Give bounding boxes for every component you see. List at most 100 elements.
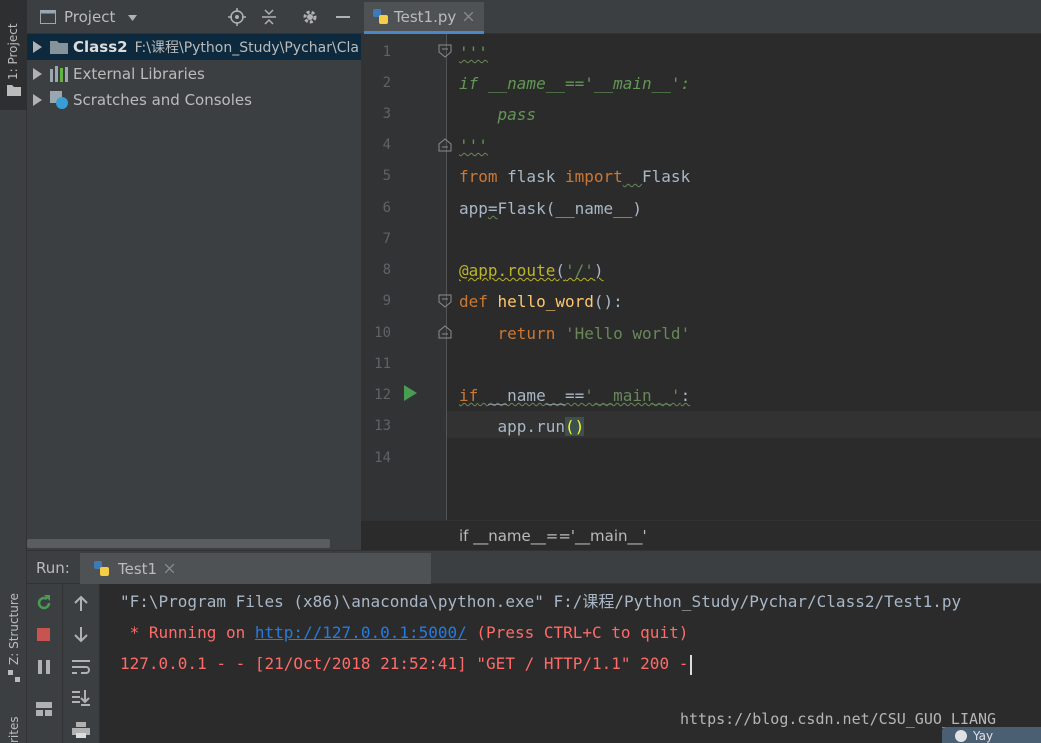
- line-number: 7: [382, 231, 391, 247]
- run-panel-header: Run: Test1: [27, 550, 1041, 584]
- arrow-up-icon: [74, 595, 88, 611]
- run-tab-label: Test1: [118, 559, 158, 578]
- scratches-icon: [50, 91, 68, 109]
- code-line-10: return 'Hello world': [497, 324, 691, 343]
- collapse-all-icon[interactable]: [260, 8, 278, 26]
- editor-tab-bar: Test1.py: [361, 0, 1041, 34]
- code-line-6: app=Flask(__name__): [459, 199, 643, 218]
- console-running-prefix: * Running on: [120, 623, 255, 642]
- tree-item-label: Class2: [73, 38, 128, 56]
- hide-panel-icon[interactable]: [334, 8, 352, 26]
- line-number: 13: [374, 418, 391, 434]
- tab-label: Test1.py: [394, 7, 457, 26]
- chevron-down-icon[interactable]: [128, 15, 137, 21]
- gutter-separator: [446, 34, 447, 520]
- code-line-2: if __name__=='__main__':: [459, 74, 691, 93]
- code-line-13: app.run(): [459, 417, 585, 436]
- tree-item-scratches[interactable]: Scratches and Consoles: [27, 87, 361, 113]
- arrow-down-icon: [74, 627, 88, 643]
- folder-icon: [50, 41, 68, 54]
- pause-icon: [38, 660, 50, 674]
- project-window-icon: [40, 10, 56, 24]
- run-toolbar-secondary: [63, 584, 100, 743]
- library-icon: [50, 66, 68, 82]
- layout-icon: [36, 702, 52, 716]
- tree-item-label: External Libraries: [73, 65, 205, 83]
- tree-item-path: F:\课程\Python_Study\Pychar\Cla: [134, 40, 359, 56]
- line-number: 10: [374, 325, 391, 341]
- scroll-up-button[interactable]: [69, 591, 93, 615]
- expand-arrow-icon[interactable]: [33, 68, 42, 80]
- fold-marker-icon[interactable]: [438, 294, 452, 308]
- structure-tool-button[interactable]: Z: Structure: [7, 593, 21, 665]
- project-tree: Class2 F:\课程\Python_Study\Pychar\Cla Ext…: [27, 34, 361, 550]
- print-icon: [72, 722, 90, 738]
- folder-icon: [7, 85, 21, 96]
- left-tool-stripe: 1: Project Z: Structure rites: [0, 0, 27, 743]
- text-cursor: [690, 654, 693, 675]
- code-line-9: def hello_word():: [459, 292, 623, 311]
- line-number: 4: [382, 137, 391, 153]
- info-icon: [955, 730, 967, 742]
- soft-wrap-button[interactable]: [69, 655, 93, 679]
- scroll-to-end-button[interactable]: [69, 686, 93, 710]
- run-gutter-icon[interactable]: [404, 385, 417, 401]
- line-number: 9: [382, 293, 391, 309]
- gear-icon[interactable]: [301, 8, 319, 26]
- favorites-tool-button[interactable]: rites: [7, 716, 21, 743]
- stop-icon: [37, 628, 50, 641]
- code-line-8: @app.route('/'): [459, 261, 604, 280]
- rerun-button[interactable]: [32, 591, 56, 615]
- tree-item-label: Scratches and Consoles: [73, 91, 252, 109]
- rerun-icon: [37, 595, 51, 610]
- python-file-icon: [94, 560, 109, 576]
- fold-marker-icon[interactable]: [438, 44, 452, 58]
- code-line-4: ''': [459, 136, 488, 155]
- scroll-down-button[interactable]: [69, 623, 93, 647]
- code-line-1: ''': [459, 43, 488, 62]
- code-line-5: from flask import Flask: [459, 167, 691, 186]
- pause-button[interactable]: [32, 655, 56, 679]
- corner-notification[interactable]: Yay: [942, 727, 1041, 743]
- project-horizontal-scrollbar[interactable]: [27, 539, 330, 548]
- run-label: Run:: [36, 559, 70, 577]
- project-panel-header: Project: [27, 0, 361, 34]
- code-line-12: if __name__=='__main__':: [459, 386, 691, 405]
- fold-marker-icon[interactable]: [438, 138, 452, 152]
- layout-button[interactable]: [32, 697, 56, 721]
- breadcrumb: if __name__=='__main__': [361, 520, 1041, 550]
- project-view-selector[interactable]: Project: [64, 8, 115, 26]
- project-tool-button[interactable]: 1: Project: [0, 0, 27, 110]
- console-url-link[interactable]: http://127.0.0.1:5000/: [255, 623, 467, 642]
- corner-notification-text: Yay: [973, 729, 994, 743]
- project-tool-label: 1: Project: [6, 23, 20, 80]
- line-number: 14: [374, 450, 391, 466]
- close-icon[interactable]: [464, 12, 474, 21]
- watermark: https://blog.csdn.net/CSU_GUO_LIANG: [680, 710, 997, 728]
- line-number: 2: [382, 75, 391, 91]
- console-line-command: "F:\Program Files (x86)\anaconda\python.…: [120, 592, 962, 611]
- soft-wrap-icon: [72, 660, 90, 674]
- python-file-icon: [373, 8, 388, 24]
- run-toolbar-primary: [27, 584, 63, 743]
- console-line-running: * Running on http://127.0.0.1:5000/ (Pre…: [120, 617, 689, 648]
- line-number: 11: [374, 356, 391, 372]
- tree-item-external-libraries[interactable]: External Libraries: [27, 61, 361, 87]
- close-icon[interactable]: [165, 564, 175, 573]
- print-button[interactable]: [69, 718, 93, 742]
- line-number: 1: [382, 44, 391, 60]
- locate-icon[interactable]: [228, 8, 246, 26]
- breadcrumb-item[interactable]: if __name__=='__main__': [459, 527, 647, 545]
- line-number: 8: [382, 262, 391, 278]
- line-number: 3: [382, 106, 391, 122]
- tree-item-class2[interactable]: Class2 F:\课程\Python_Study\Pychar\Cla: [27, 34, 361, 60]
- expand-arrow-icon[interactable]: [33, 94, 42, 106]
- expand-arrow-icon[interactable]: [33, 41, 42, 53]
- structure-icon: [8, 670, 20, 682]
- stop-button[interactable]: [32, 623, 56, 647]
- scroll-to-end-icon: [72, 690, 90, 706]
- run-tab-test1[interactable]: Test1: [80, 553, 431, 584]
- fold-marker-icon[interactable]: [438, 325, 452, 339]
- tab-test1-py[interactable]: Test1.py: [364, 2, 484, 34]
- line-number: 6: [382, 200, 391, 216]
